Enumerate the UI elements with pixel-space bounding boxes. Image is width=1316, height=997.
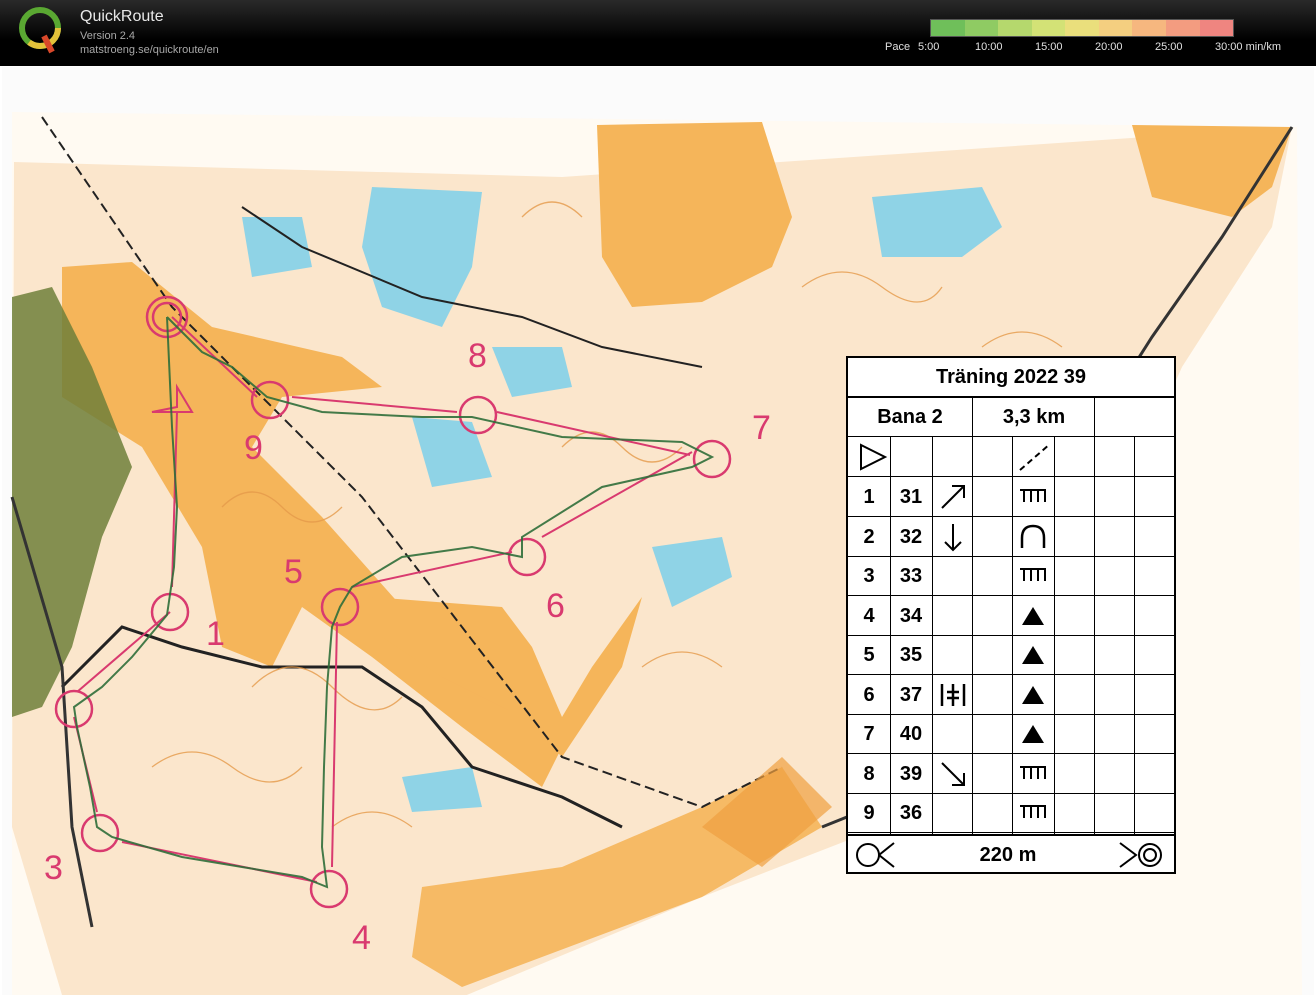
direction-icon — [941, 485, 965, 509]
ditch-end-icon — [1020, 568, 1046, 581]
course-name: Bana 2 — [877, 406, 943, 428]
ditch-end-icon — [1020, 805, 1046, 818]
control-number-7: 7 — [752, 409, 771, 447]
course-length: 3,3 km — [1002, 406, 1066, 428]
control-seq: 8 — [863, 762, 875, 785]
finish-left-icon — [856, 842, 895, 868]
pace-color-segment — [931, 20, 965, 36]
control-seq: 1 — [863, 486, 875, 508]
control-description-sheet: Träning 2022 39 Bana 2 3,3 km 1 31 2 32 3 33 4… — [846, 356, 1176, 874]
app-url: matstroeng.se/quickroute/en — [80, 44, 219, 56]
quickroute-logo-icon — [19, 7, 61, 54]
boulder-icon — [1022, 685, 1044, 704]
app-header: QuickRoute Version 2.4 matstroeng.se/qui… — [0, 0, 1316, 66]
control-number-6: 6 — [546, 587, 565, 625]
control-number-4: 4 — [352, 919, 371, 957]
pace-tick-15: 15:00 — [1035, 41, 1063, 53]
app-title: QuickRoute — [80, 8, 164, 25]
pace-color-segment — [1065, 20, 1099, 36]
pace-color-segment — [964, 20, 999, 36]
control-code: 32 — [899, 525, 923, 548]
finish-distance: 220 m — [979, 844, 1037, 866]
control-code: 35 — [899, 644, 923, 666]
control-seq: 9 — [863, 802, 875, 824]
control-seq: 5 — [863, 644, 875, 666]
boulder-icon — [1022, 725, 1044, 743]
control-seq: 7 — [863, 723, 875, 745]
control-code: 39 — [899, 762, 923, 785]
start-triangle-icon — [860, 443, 888, 471]
control-code: 34 — [899, 604, 923, 627]
direction-icon — [944, 523, 962, 551]
control-number-3: 3 — [44, 849, 63, 887]
pace-color-scale — [930, 19, 1234, 37]
pace-color-segment — [1132, 20, 1166, 36]
ridge-icon — [1020, 524, 1046, 548]
control-seq: 6 — [863, 683, 875, 706]
pace-color-segment — [1031, 20, 1066, 36]
pace-tick-25: 25:00 — [1155, 41, 1183, 53]
boulder-icon — [1022, 646, 1044, 664]
control-number-9: 9 — [244, 429, 263, 467]
control-code: 33 — [899, 565, 923, 587]
direction-icon — [940, 683, 966, 706]
start-line-icon — [1019, 443, 1051, 471]
control-code: 31 — [899, 486, 923, 508]
direction-icon — [941, 761, 965, 786]
boulder-icon — [1022, 606, 1044, 625]
control-code: 37 — [899, 683, 923, 706]
control-seq: 3 — [863, 565, 875, 587]
control-number-8: 8 — [468, 337, 487, 375]
control-seq: 4 — [863, 604, 875, 627]
pace-tick-10: 10:00 — [975, 41, 1003, 53]
control-seq: 2 — [863, 525, 875, 548]
app-version: Version 2.4 — [80, 30, 136, 42]
pace-color-segment — [998, 20, 1032, 36]
ditch-end-icon — [1020, 489, 1046, 502]
pace-label: Pace — [885, 41, 911, 53]
pace-color-segment — [1098, 20, 1133, 36]
pace-color-segment — [1199, 20, 1234, 36]
pace-tick-30: 30:00 min/km — [1215, 41, 1282, 53]
pace-tick-20: 20:00 — [1095, 41, 1123, 53]
control-number-1: 1 — [206, 615, 225, 653]
finish-right-icon — [1119, 842, 1162, 868]
pace-color-segment — [1165, 20, 1200, 36]
control-number-5: 5 — [284, 553, 303, 591]
control-code: 40 — [899, 723, 923, 745]
ditch-end-icon — [1020, 765, 1046, 779]
control-code: 36 — [899, 802, 923, 824]
pace-tick-5: 5:00 — [918, 41, 940, 53]
event-title: Träning 2022 39 — [848, 358, 1174, 398]
